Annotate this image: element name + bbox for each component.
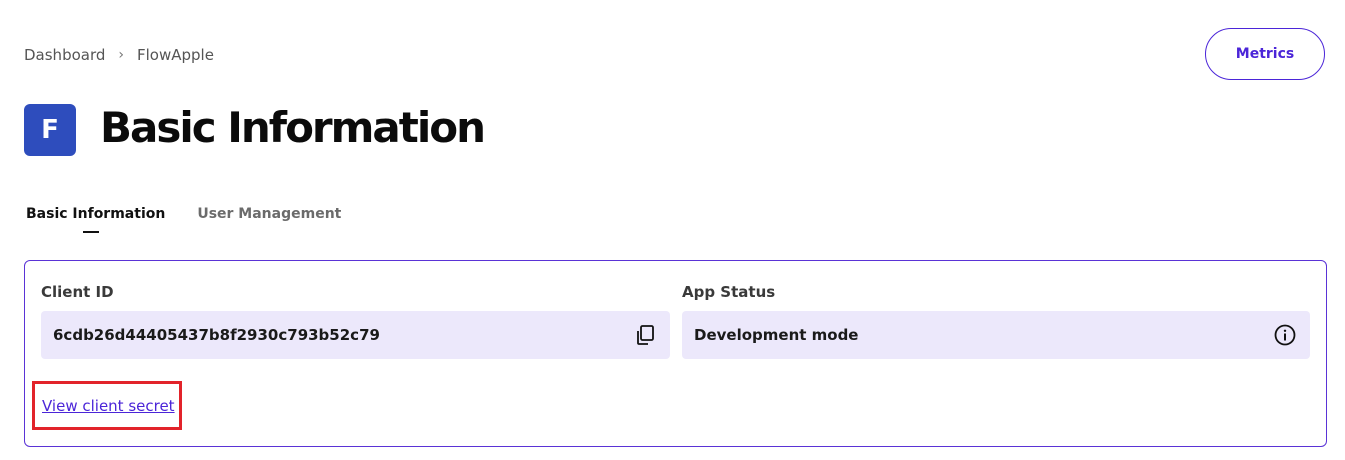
- page: Dashboard › FlowApple Metrics F Basic In…: [0, 0, 1345, 460]
- breadcrumb-dashboard-link[interactable]: Dashboard: [24, 46, 105, 64]
- tab-user-management[interactable]: User Management: [197, 203, 341, 225]
- view-client-secret-link[interactable]: View client secret: [42, 397, 175, 415]
- highlight-box: View client secret: [32, 381, 182, 430]
- basic-info-card: Client ID 6cdb26d44405437b8f2930c793b52c…: [24, 260, 1327, 447]
- active-tab-indicator: [83, 231, 99, 233]
- tab-bar: Basic Information User Management: [26, 203, 341, 233]
- metrics-button[interactable]: Metrics: [1205, 28, 1325, 80]
- info-icon[interactable]: [1272, 322, 1298, 348]
- breadcrumb-chevron-icon: ›: [118, 47, 124, 63]
- tab-label: User Management: [197, 206, 342, 222]
- app-avatar: F: [24, 104, 76, 156]
- tab-basic-information[interactable]: Basic Information: [26, 203, 166, 233]
- app-status-label: App Status: [682, 283, 776, 301]
- tab-label: Basic Information: [26, 206, 166, 222]
- client-id-field: 6cdb26d44405437b8f2930c793b52c79: [41, 311, 670, 359]
- page-title: Basic Information: [100, 103, 486, 152]
- breadcrumb: Dashboard › FlowApple: [24, 44, 214, 66]
- app-status-field: Development mode: [682, 311, 1310, 359]
- app-status-value: Development mode: [694, 326, 859, 344]
- client-id-value: 6cdb26d44405437b8f2930c793b52c79: [53, 326, 380, 344]
- breadcrumb-current: FlowApple: [137, 46, 214, 64]
- copy-icon[interactable]: [632, 322, 658, 348]
- client-id-label: Client ID: [41, 283, 114, 301]
